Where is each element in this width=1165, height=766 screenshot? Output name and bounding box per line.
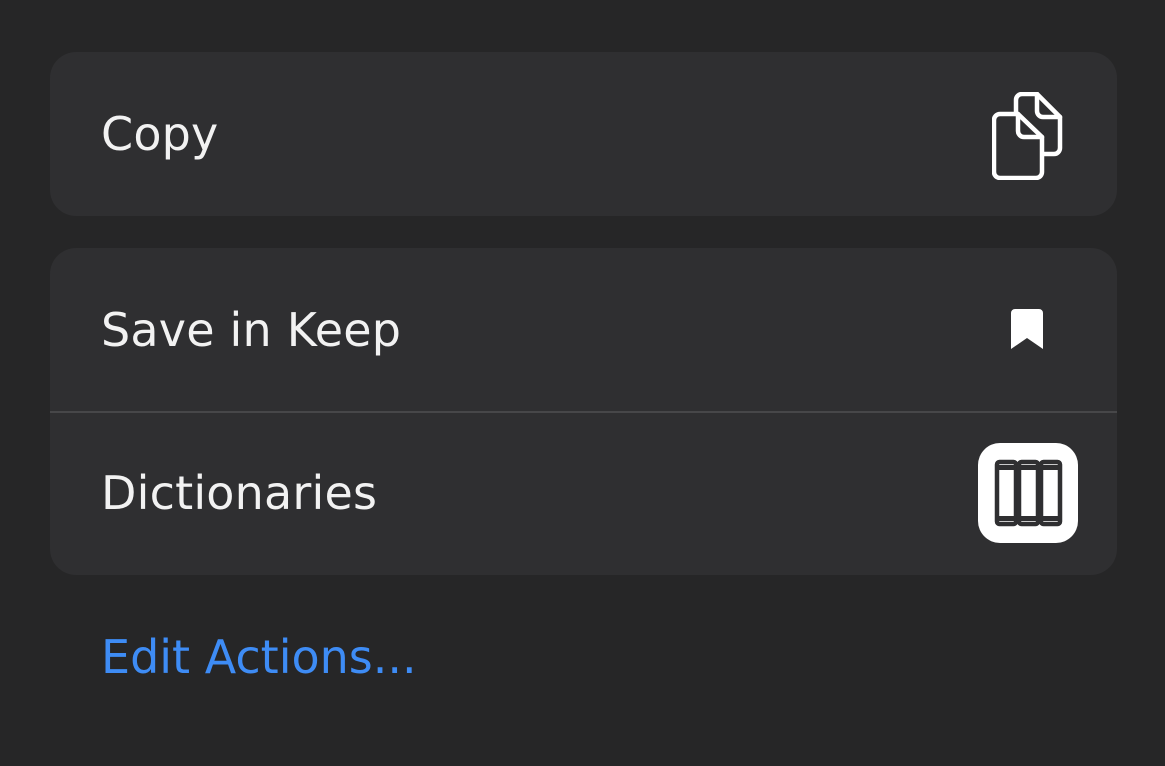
copy-label: Copy bbox=[101, 107, 219, 161]
actions-group: Save in Keep Dictionaries bbox=[50, 248, 1117, 575]
dictionaries-action[interactable]: Dictionaries bbox=[50, 411, 1117, 574]
save-in-keep-action[interactable]: Save in Keep bbox=[50, 248, 1117, 411]
books-icon bbox=[994, 459, 1063, 527]
copy-group: Copy bbox=[50, 52, 1117, 216]
bookmark-icon bbox=[1011, 309, 1043, 349]
copy-icon bbox=[992, 92, 1063, 180]
dictionaries-label: Dictionaries bbox=[101, 465, 378, 520]
copy-action[interactable]: Copy bbox=[50, 52, 1117, 216]
save-in-keep-label: Save in Keep bbox=[101, 302, 402, 357]
dictionaries-app-icon bbox=[978, 443, 1078, 543]
edit-actions-link[interactable]: Edit Actions... bbox=[101, 630, 417, 684]
